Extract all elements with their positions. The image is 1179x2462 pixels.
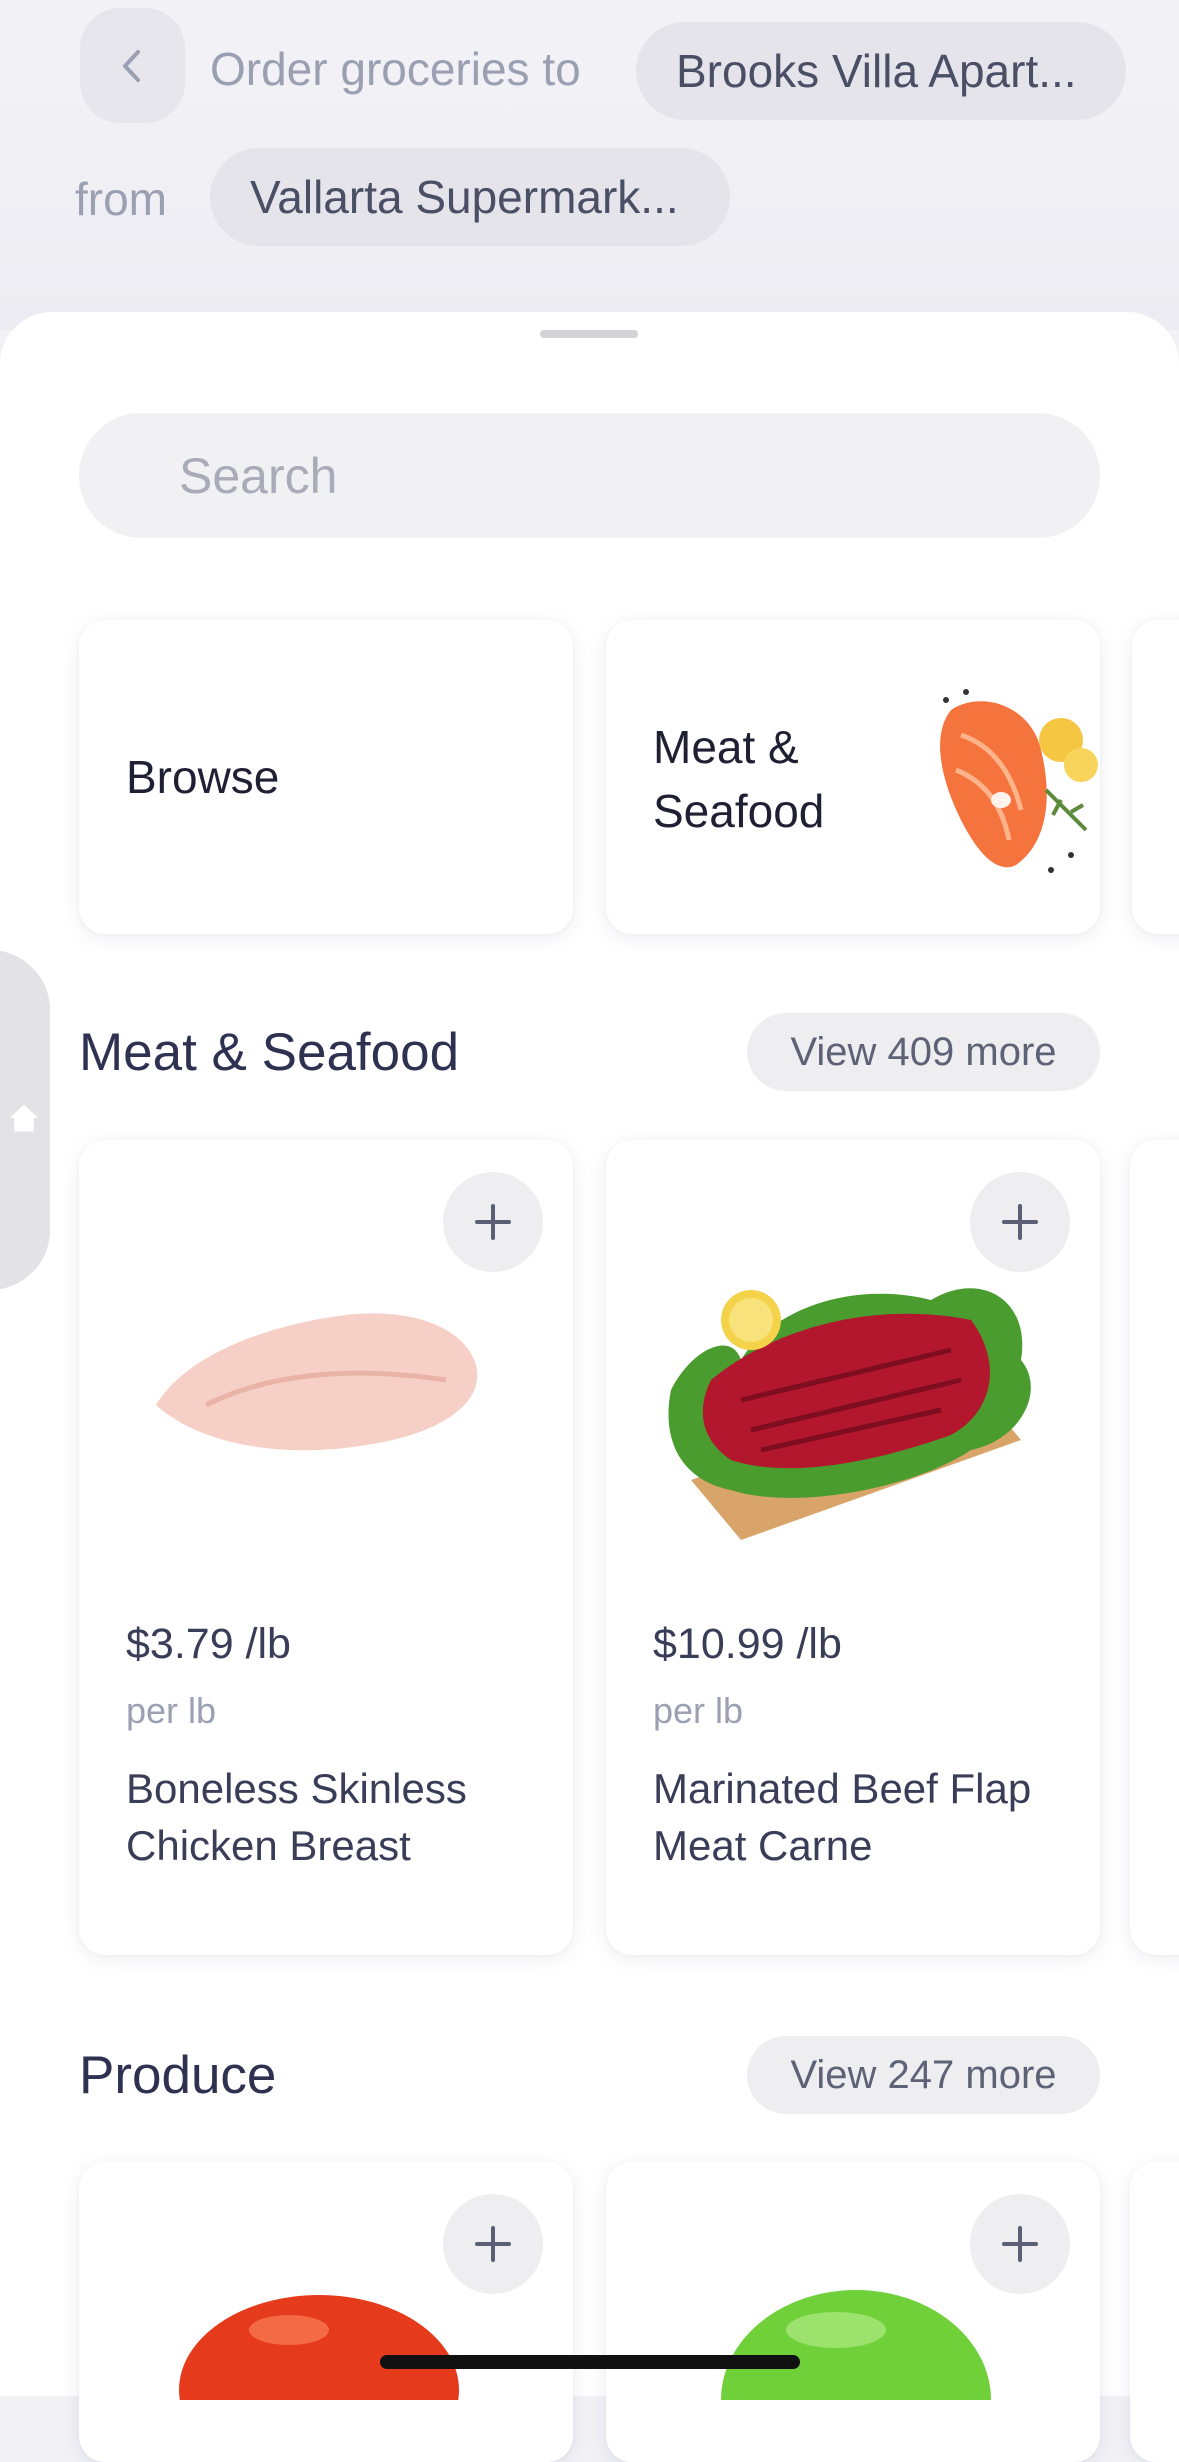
tomato-image (179, 2295, 459, 2400)
product-price: $10.99 /lb (653, 1620, 842, 1668)
plus-icon (475, 2226, 511, 2262)
back-button[interactable] (80, 8, 185, 123)
add-to-cart-button[interactable] (970, 2194, 1070, 2294)
chicken-breast-image (156, 1313, 478, 1451)
order-groceries-label: Order groceries to (210, 43, 581, 95)
beef-flap-meat-image (668, 1288, 1031, 1540)
chevron-left-icon (122, 49, 140, 82)
from-label: from (75, 173, 167, 225)
product-card[interactable] (606, 2162, 1100, 2462)
sheet-grabber[interactable] (540, 330, 638, 338)
home-indicator[interactable] (380, 2355, 800, 2369)
product-card[interactable] (79, 2162, 573, 2462)
product-unit: per lb (653, 1690, 744, 1731)
category-card-partial[interactable] (1132, 620, 1179, 934)
section-title-meat-seafood: Meat & Seafood (79, 1023, 460, 1082)
view-more-produce-button[interactable]: View 247 more (747, 2036, 1100, 2114)
product-name: Boneless Skinless Chicken Breast (126, 1765, 467, 1869)
product-unit: per lb (126, 1690, 217, 1731)
product-card-partial[interactable] (1130, 2162, 1179, 2462)
store-pill[interactable]: Vallarta Supermark... (210, 148, 730, 246)
product-price: $3.79 /lb (126, 1620, 291, 1668)
product-name: Marinated Beef Flap Meat Carne (653, 1765, 1032, 1869)
add-to-cart-button[interactable] (443, 2194, 543, 2294)
product-card-partial[interactable] (1130, 1140, 1179, 1955)
section-title-produce: Produce (79, 2046, 277, 2105)
salmon-image (940, 689, 1098, 873)
category-card-browse[interactable]: Browse (79, 620, 573, 934)
delivery-address-pill[interactable]: Brooks Villa Apart... (636, 22, 1126, 120)
lime-image (721, 2290, 991, 2400)
product-card[interactable]: $10.99 /lb per lb Marinated Beef Flap Me… (606, 1140, 1100, 1955)
product-card[interactable]: $3.79 /lb per lb Boneless Skinless Chick… (79, 1140, 573, 1955)
view-more-meat-seafood-button[interactable]: View 409 more (747, 1013, 1100, 1091)
add-to-cart-button[interactable] (443, 1172, 543, 1272)
plus-icon (1002, 2226, 1038, 2262)
category-card-meat-seafood[interactable]: Meat & Seafood (606, 620, 1100, 934)
category-label: Meat & Seafood (653, 721, 825, 837)
side-home-tab[interactable] (0, 950, 50, 1290)
category-label: Browse (126, 751, 280, 803)
search-input[interactable]: Search (79, 413, 1100, 538)
home-icon (9, 1104, 39, 1132)
plus-icon (475, 1204, 511, 1240)
plus-icon (1002, 1204, 1038, 1240)
search-placeholder: Search (179, 447, 338, 504)
